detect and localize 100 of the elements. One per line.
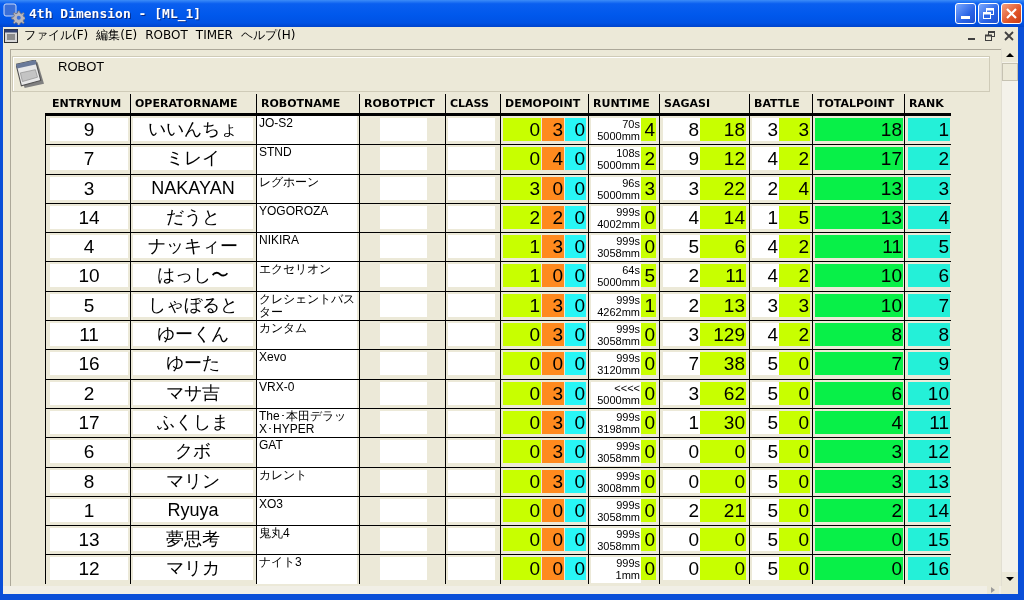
sagasi-count-cell: 0 bbox=[663, 469, 700, 493]
demo-point-cell: 0 bbox=[565, 557, 586, 581]
battle-count-cell: 3 bbox=[752, 118, 779, 141]
sagasi-point-cell: 12 bbox=[700, 147, 746, 171]
total-point-cell: 10 bbox=[815, 264, 903, 288]
time-text: 999s bbox=[616, 235, 640, 248]
minimize-icon bbox=[961, 16, 970, 19]
class-field bbox=[448, 293, 495, 317]
robot-name-cell: JO-S2 bbox=[257, 116, 357, 145]
restore-button[interactable] bbox=[978, 3, 999, 24]
scroll-up-button[interactable] bbox=[1002, 48, 1018, 62]
class-field bbox=[448, 323, 495, 347]
rank-cell: 15 bbox=[908, 528, 950, 552]
rank-cell: 3 bbox=[908, 176, 950, 200]
robot-name-cell: The･本田デラッX･HYPER bbox=[257, 408, 357, 438]
distance-text: 5000mm bbox=[597, 393, 640, 406]
close-button[interactable] bbox=[1001, 3, 1022, 24]
robot-name-cell: GAT bbox=[257, 438, 357, 467]
operator-name-cell: ふくしま bbox=[133, 410, 253, 434]
menu-item[interactable]: ROBOT bbox=[143, 27, 194, 44]
sagasi-point-cell: 0 bbox=[700, 528, 746, 552]
menu-item[interactable]: ファイル(F) bbox=[22, 27, 95, 44]
menu-item[interactable]: ヘルプ(H) bbox=[238, 27, 302, 44]
demo-point-cell: 3 bbox=[542, 469, 564, 493]
sagasi-point-cell: 11 bbox=[700, 264, 746, 288]
time-text: 999s bbox=[616, 440, 640, 453]
demo-point-cell: 0 bbox=[565, 205, 586, 229]
demo-point-cell: 3 bbox=[542, 235, 564, 259]
class-field bbox=[448, 235, 495, 259]
demo-point-cell: 0 bbox=[542, 498, 564, 522]
time-text: 999s bbox=[616, 323, 640, 336]
runtime-point-cell: 0 bbox=[641, 205, 656, 229]
time-text: 999s bbox=[616, 293, 640, 306]
close-button[interactable] bbox=[1001, 28, 1017, 43]
horizontal-scrollbar[interactable] bbox=[3, 586, 1001, 594]
robot-picture-field bbox=[380, 498, 427, 522]
class-field bbox=[448, 118, 495, 141]
minimize-button[interactable] bbox=[955, 3, 976, 24]
entry-number-cell: 17 bbox=[50, 410, 128, 434]
sagasi-point-cell: 14 bbox=[700, 205, 746, 229]
total-point-cell: 6 bbox=[815, 381, 903, 405]
demo-point-cell: 3 bbox=[503, 176, 541, 200]
total-point-cell: 3 bbox=[815, 469, 903, 493]
robot-picture-field bbox=[380, 235, 427, 259]
scroll-thumb[interactable] bbox=[1002, 63, 1018, 81]
demo-point-cell: 0 bbox=[565, 118, 586, 141]
robot-picture-field bbox=[380, 557, 427, 581]
gear-icon bbox=[3, 2, 25, 25]
runtime-point-cell: 0 bbox=[641, 235, 656, 259]
runtime-point-cell: 0 bbox=[641, 410, 656, 434]
entry-number-cell: 8 bbox=[50, 469, 128, 493]
sagasi-count-cell: 0 bbox=[663, 557, 700, 581]
sagasi-point-cell: 21 bbox=[700, 498, 746, 522]
runtime-point-cell: 3 bbox=[641, 176, 656, 200]
battle-point-cell: 0 bbox=[779, 440, 810, 464]
distance-text: 5000mm bbox=[597, 276, 640, 289]
demo-point-cell: 0 bbox=[565, 528, 586, 552]
demo-point-cell: 0 bbox=[565, 381, 586, 405]
sagasi-count-cell: 3 bbox=[663, 323, 700, 347]
rank-cell: 2 bbox=[908, 147, 950, 171]
demo-point-cell: 0 bbox=[565, 147, 586, 171]
demo-point-cell: 1 bbox=[503, 293, 541, 317]
close-icon bbox=[1006, 8, 1017, 19]
demo-point-cell: 0 bbox=[565, 176, 586, 200]
rank-cell: 4 bbox=[908, 205, 950, 229]
runtime-point-cell: 0 bbox=[641, 381, 656, 405]
right-arrow-icon bbox=[991, 587, 995, 593]
entry-number-cell: 5 bbox=[50, 293, 128, 317]
battle-point-cell: 0 bbox=[779, 557, 810, 581]
demo-point-cell: 3 bbox=[542, 410, 564, 434]
total-point-cell: 2 bbox=[815, 498, 903, 522]
battle-count-cell: 3 bbox=[752, 293, 779, 317]
time-text: 70s bbox=[622, 118, 640, 130]
window-icon bbox=[16, 60, 44, 88]
restore-icon bbox=[983, 8, 994, 19]
operator-name-cell: マサ吉 bbox=[133, 381, 253, 405]
robot-name-cell: クレシェントバスター bbox=[257, 291, 357, 321]
entry-number-cell: 4 bbox=[50, 235, 128, 259]
distance-text: 3058mm bbox=[597, 452, 640, 465]
runtime-point-cell: 0 bbox=[641, 557, 656, 581]
sagasi-count-cell: 4 bbox=[663, 205, 700, 229]
distance-text: 3008mm bbox=[597, 481, 640, 494]
time-text: 96s bbox=[622, 176, 640, 189]
time-text: 108s bbox=[616, 147, 640, 160]
battle-count-cell: 5 bbox=[752, 528, 779, 552]
robot-picture-field bbox=[380, 528, 427, 552]
menu-item[interactable]: 編集(E) bbox=[94, 27, 144, 44]
battle-point-cell: 0 bbox=[779, 410, 810, 434]
column-header: ENTRYNUM bbox=[51, 96, 123, 112]
menu-item[interactable]: TIMER bbox=[193, 27, 239, 44]
distance-text: 3120mm bbox=[597, 364, 640, 377]
sagasi-count-cell: 2 bbox=[663, 498, 700, 522]
runtime-point-cell: 2 bbox=[641, 147, 656, 171]
time-text: 999s bbox=[616, 205, 640, 218]
demo-point-cell: 0 bbox=[565, 352, 586, 376]
distance-text: 4002mm bbox=[597, 217, 640, 230]
scroll-down-button[interactable] bbox=[1002, 572, 1018, 586]
total-point-cell: 0 bbox=[815, 528, 903, 552]
rank-cell: 9 bbox=[908, 352, 950, 376]
time-text: 999s bbox=[616, 557, 640, 570]
